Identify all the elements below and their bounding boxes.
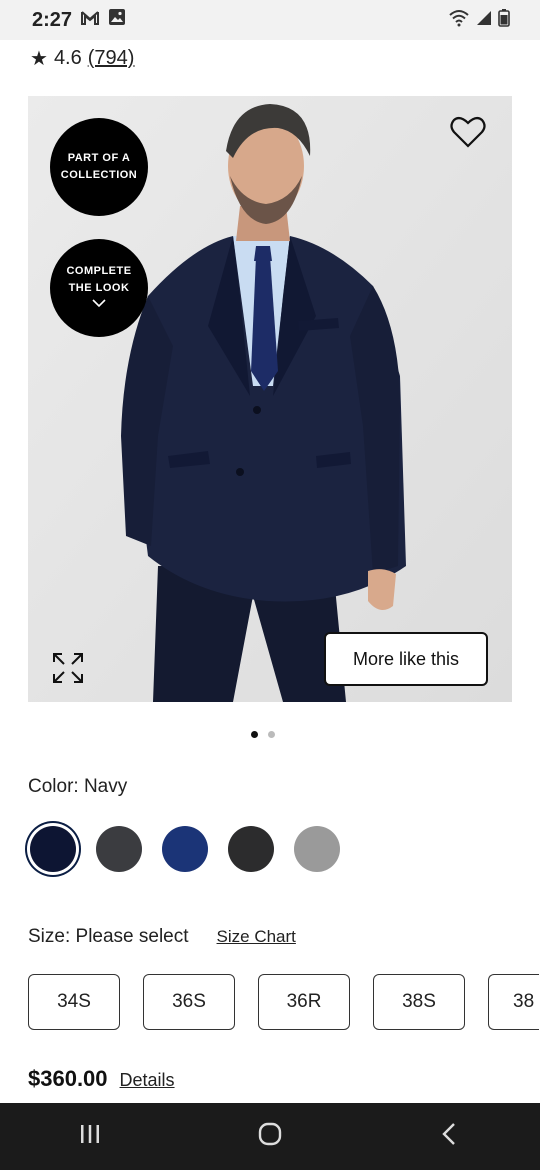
details-link[interactable]: Details (120, 1070, 175, 1091)
color-label: Color: Navy (28, 776, 128, 797)
expand-icon[interactable] (52, 652, 84, 689)
badge-look-line2: THE LOOK (68, 281, 130, 294)
carousel-dot-2[interactable] (268, 731, 275, 738)
swatch-black[interactable] (228, 826, 274, 872)
recent-apps-icon[interactable] (78, 1122, 102, 1151)
badge-collection-line1: PART OF A (67, 152, 131, 164)
swatch-navy[interactable] (30, 826, 76, 872)
rating-value: 4.6 (53, 47, 82, 69)
chevron-down-icon (91, 297, 107, 314)
more-like-this-button[interactable]: More like this (324, 632, 488, 686)
product-image[interactable]: PART OF A COLLECTION COMPLETE THE LOOK M… (28, 96, 512, 702)
carousel-dot-1[interactable] (251, 731, 258, 738)
size-option-36r[interactable]: 36R (258, 974, 350, 1030)
system-nav-bar (0, 1103, 540, 1170)
heart-icon[interactable] (450, 116, 486, 153)
badge-look-line1: COMPLETE (66, 264, 132, 277)
size-option-38s[interactable]: 38S (373, 974, 465, 1030)
part-of-collection-badge[interactable]: PART OF A COLLECTION (50, 118, 148, 216)
home-icon[interactable] (257, 1121, 283, 1152)
color-swatches (30, 826, 340, 872)
swatch-blue[interactable] (162, 826, 208, 872)
size-option-34s[interactable]: 34S (28, 974, 120, 1030)
gallery-icon (108, 8, 126, 32)
size-label: Size: Please select (28, 926, 189, 947)
signal-icon (476, 10, 492, 31)
size-option-38[interactable]: 38 (488, 974, 539, 1030)
star-icon: ★ (30, 48, 48, 70)
wifi-icon (448, 9, 470, 32)
price: $360.00 (28, 1066, 108, 1091)
review-count-link[interactable]: (794) (88, 47, 135, 70)
product-rating[interactable]: ★ 4.6 (794) (30, 46, 134, 71)
size-options: 34S 36S 36R 38S 38 (28, 974, 539, 1030)
swatch-charcoal[interactable] (96, 826, 142, 872)
size-option-36s[interactable]: 36S (143, 974, 235, 1030)
status-bar: 2:27 (0, 0, 540, 40)
price-row: $360.00 Details (28, 1066, 175, 1092)
size-header: Size: Please select Size Chart (28, 926, 296, 948)
back-icon[interactable] (438, 1122, 462, 1151)
carousel-dots (251, 731, 275, 738)
complete-the-look-badge[interactable]: COMPLETE THE LOOK (50, 239, 148, 337)
badge-collection-line2: COLLECTION (60, 169, 138, 181)
swatch-gray[interactable] (294, 826, 340, 872)
status-time: 2:27 (32, 8, 73, 31)
battery-icon (498, 8, 510, 32)
size-chart-link[interactable]: Size Chart (217, 927, 296, 947)
gmail-icon (80, 9, 100, 32)
